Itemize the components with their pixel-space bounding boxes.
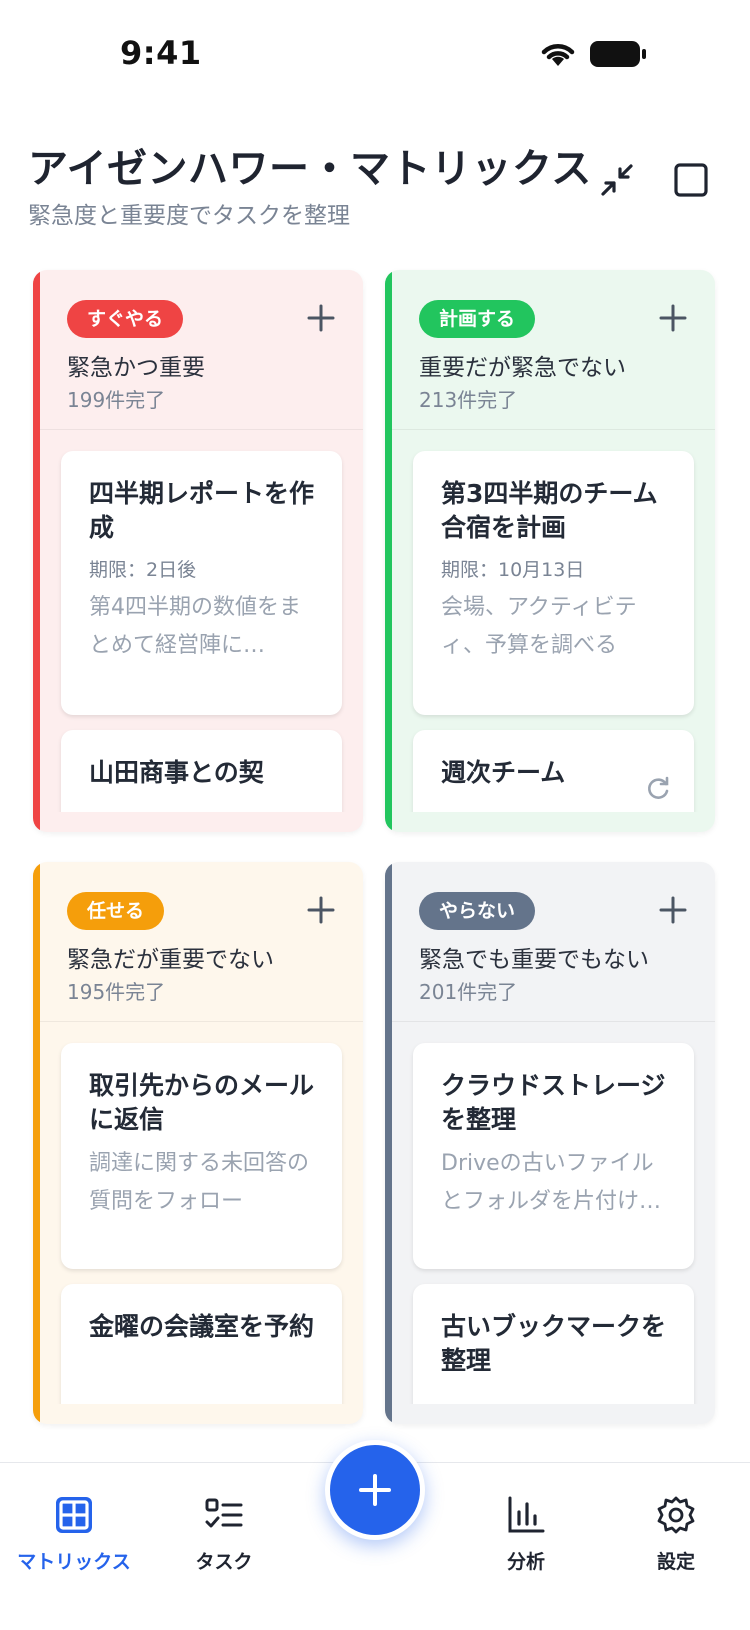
add-task-button[interactable] [653,890,693,930]
task-card[interactable]: 四半期レポートを作成 期限：2日後 第4四半期の数値をまとめて経営陣に… [61,451,342,715]
quadrant-delegate: 任せる 緊急だが重要でない 195件完了 取引先からのメールに返信 調達に関する… [33,862,363,1424]
quadrant-header: やらない 緊急でも重要でもない 201件完了 [392,862,715,1022]
task-card[interactable]: 週次チーム [413,730,694,812]
quadrant-badge: 任せる [67,892,165,930]
view-toggle-button[interactable] [666,155,716,205]
bar-chart-icon-svg [508,1496,545,1533]
task-list: 第3四半期のチーム合宿を計画 期限：10月13日 会場、アクティビティ、予算を調… [392,430,715,812]
task-card[interactable]: 山田商事との契 [61,730,342,812]
quadrant-count: 195件完了 [67,980,166,1004]
collapse-button[interactable] [592,155,642,205]
task-card[interactable]: 第3四半期のチーム合宿を計画 期限：10月13日 会場、アクティビティ、予算を調… [413,451,694,715]
repeat-icon [648,776,669,799]
quadrant-badge: やらない [419,892,536,930]
quadrant-accent [385,862,392,1424]
nav-label: マトリックス [17,1551,131,1573]
nav-label: 分析 [506,1551,545,1573]
task-description: 会場、アクティビティ、予算を調べる [441,595,637,658]
nav-label: 設定 [656,1551,695,1573]
quadrant-header: すぐやる 緊急かつ重要 199件完了 [40,270,363,430]
task-list: 四半期レポートを作成 期限：2日後 第4四半期の数値をまとめて経営陣に… 山田商… [40,430,363,812]
task-title: 第3四半期のチーム合宿を計画 [441,479,658,542]
page-subtitle: 緊急度と重要度でタスクを整理 [28,203,350,229]
plus-icon [307,896,335,924]
nav-matrix[interactable]: マトリックス [14,1493,134,1574]
add-task-button[interactable] [301,890,341,930]
quadrant-accent [33,270,40,832]
quadrant-badge: すぐやる [67,300,184,338]
task-title: 山田商事との契 [89,758,264,787]
nav-settings[interactable]: 設定 [616,1493,736,1574]
battery-icon [590,41,646,67]
task-card[interactable]: 取引先からのメールに返信 調達に関する未回答の質問をフォロー [61,1043,342,1269]
quadrant-count: 199件完了 [67,388,166,412]
task-card[interactable]: 古いブックマークを整理 [413,1284,694,1404]
grid-icon-svg [56,1497,92,1533]
plus-icon [307,304,335,332]
task-title: 古いブックマークを整理 [441,1312,667,1375]
nav-label: タスク [195,1551,253,1573]
quadrant-header: 計画する 重要だが緊急でない 213件完了 [392,270,715,430]
task-title: クラウドストレージを整理 [441,1071,666,1134]
add-task-button[interactable] [653,298,693,338]
quadrant-badge: 計画する [419,300,536,338]
task-list: 取引先からのメールに返信 調達に関する未回答の質問をフォロー 金曜の会議室を予約 [40,1022,363,1404]
task-due: 期限：10月13日 [441,559,585,581]
quadrant-title: 緊急だが重要でない [67,947,274,973]
task-list: クラウドストレージを整理 Driveの古いファイルとフォルダを片付け… 古いブッ… [392,1022,715,1404]
task-title: 取引先からのメールに返信 [89,1071,315,1134]
plus-icon [659,304,687,332]
collapse-icon [601,164,633,196]
quadrant-do: すぐやる 緊急かつ重要 199件完了 四半期レポートを作成 期限：2日後 第4四… [33,270,363,832]
add-task-button[interactable] [301,298,341,338]
quadrant-count: 201件完了 [419,980,518,1004]
gear-icon [654,1493,698,1537]
task-title: 四半期レポートを作成 [89,479,315,542]
quadrant-title: 重要だが緊急でない [419,355,626,381]
status-time: 9:41 [120,34,202,72]
grid-icon [52,1493,96,1537]
quadrant-accent [33,862,40,1424]
bar-chart-icon [504,1493,548,1537]
nav-tasks[interactable]: タスク [164,1493,284,1574]
task-card[interactable]: 金曜の会議室を予約 [61,1284,342,1404]
task-due: 期限：2日後 [89,559,197,581]
task-description: 第4四半期の数値をまとめて経営陣に… [89,595,301,658]
checklist-icon [202,1493,246,1537]
quadrant-accent [385,270,392,832]
wifi-icon [541,44,575,66]
gear-icon-svg [657,1496,695,1534]
quadrant-count: 213件完了 [419,388,518,412]
quadrant-plan: 計画する 重要だが緊急でない 213件完了 第3四半期のチーム合宿を計画 期限：… [385,270,715,832]
checklist-icon-svg [205,1498,243,1528]
quadrant-eliminate: やらない 緊急でも重要でもない 201件完了 クラウドストレージを整理 Driv… [385,862,715,1424]
task-card[interactable]: クラウドストレージを整理 Driveの古いファイルとフォルダを片付け… [413,1043,694,1269]
task-description: Driveの古いファイルとフォルダを片付け… [441,1151,662,1214]
square-icon [674,163,708,197]
status-bar: 9:41 [0,0,750,110]
quadrant-title: 緊急かつ重要 [67,355,205,381]
task-title: 週次チーム [441,758,566,787]
add-task-fab[interactable] [325,1440,425,1540]
page-title: アイゼンハワー・マトリックス [28,146,592,192]
nav-analytics[interactable]: 分析 [466,1493,586,1574]
task-title: 金曜の会議室を予約 [89,1312,315,1341]
plus-icon [659,896,687,924]
quadrant-title: 緊急でも重要でもない [419,947,649,973]
plus-icon [359,1474,391,1506]
quadrant-header: 任せる 緊急だが重要でない 195件完了 [40,862,363,1022]
task-description: 調達に関する未回答の質問をフォロー [89,1151,310,1214]
